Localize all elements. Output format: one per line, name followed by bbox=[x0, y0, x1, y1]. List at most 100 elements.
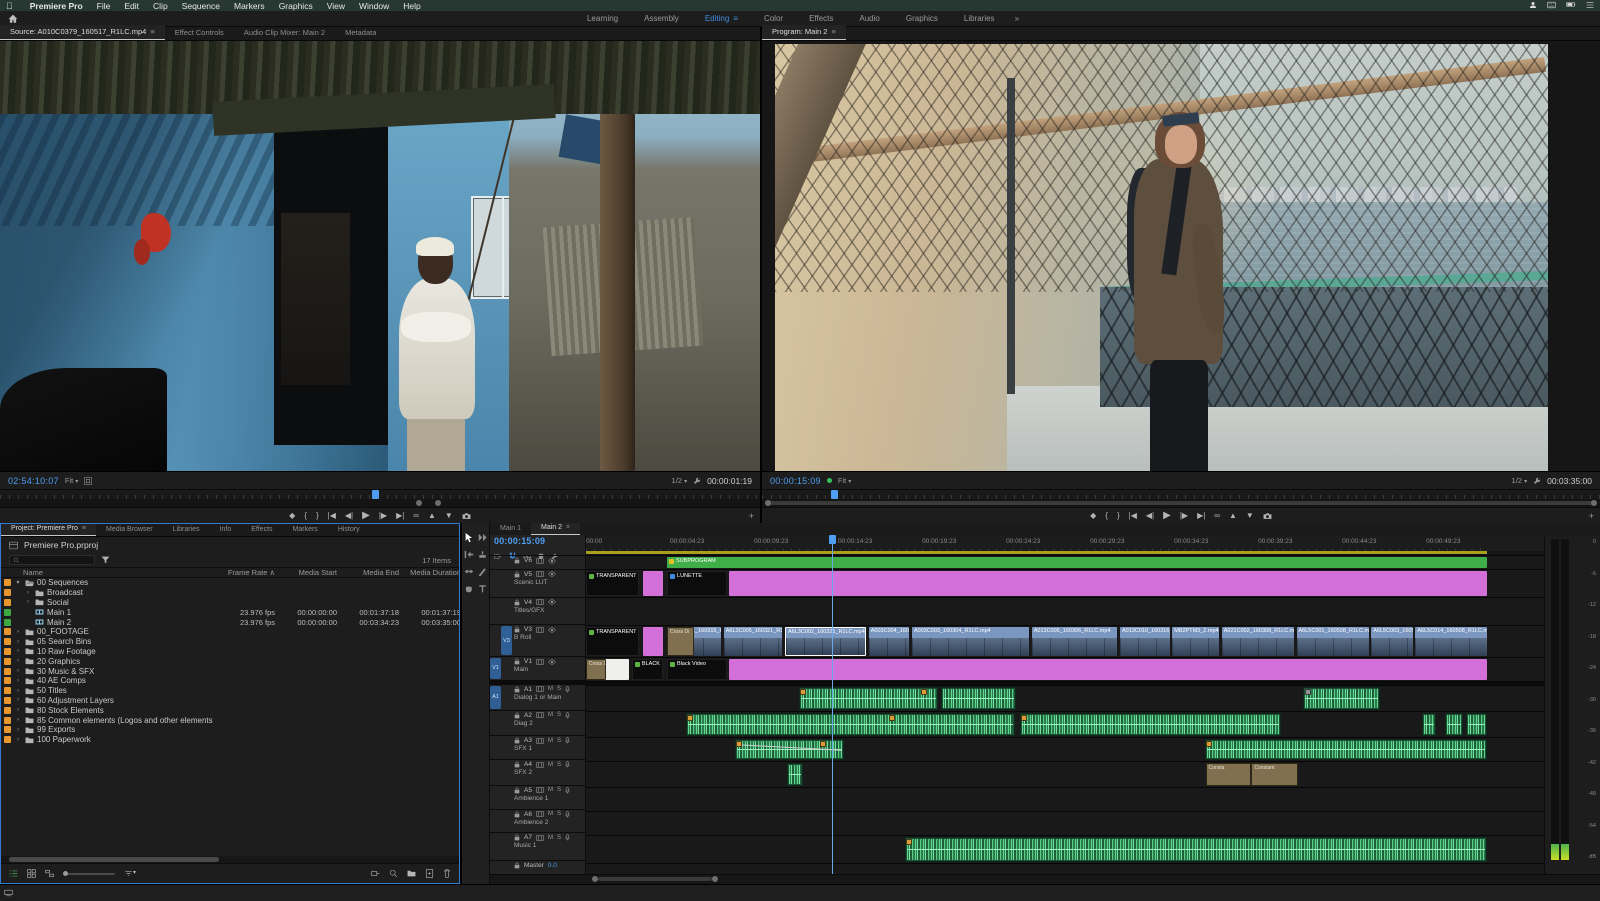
track-name[interactable]: Music 1 bbox=[514, 842, 583, 849]
menu-item-clip[interactable]: Clip bbox=[146, 1, 175, 11]
hand-tool[interactable] bbox=[462, 580, 476, 597]
lock-icon[interactable] bbox=[514, 626, 520, 633]
menu-item-file[interactable]: File bbox=[90, 1, 118, 11]
loop-icon[interactable]: ∞ bbox=[1214, 512, 1220, 520]
clip-subprogram[interactable]: SUBPROGRAM bbox=[667, 557, 1486, 568]
track-header-v4[interactable]: V4Titles/GFX bbox=[490, 597, 585, 625]
clip-a013c010-160316-r1lc-mp4[interactable]: A013C010_160316_R1LC.mp4 bbox=[1120, 627, 1170, 656]
search-input[interactable] bbox=[9, 555, 95, 565]
track-name[interactable]: Diag 2 bbox=[514, 720, 583, 727]
sequence-tab-main-1[interactable]: Main 1 bbox=[490, 523, 531, 535]
button-editor-plus-icon[interactable]: + bbox=[1589, 511, 1594, 521]
step-back-icon[interactable]: ◀| bbox=[1146, 512, 1154, 520]
new-bin-icon[interactable] bbox=[407, 869, 416, 878]
table-row[interactable]: ›60 Adjustment Layers bbox=[1, 696, 459, 706]
row-twirl[interactable]: › bbox=[14, 727, 22, 733]
export-frame-icon[interactable] bbox=[1263, 512, 1272, 520]
clip-constant[interactable]: Constant bbox=[1251, 763, 1298, 786]
automate-sequence-icon[interactable] bbox=[371, 869, 380, 878]
track-target-a5[interactable] bbox=[501, 786, 512, 809]
step-forward-icon[interactable]: |▶ bbox=[379, 512, 387, 520]
row-twirl[interactable]: › bbox=[14, 639, 22, 645]
voiceover-mic-icon[interactable] bbox=[565, 811, 570, 818]
track-header-v1[interactable]: V1V1Main bbox=[490, 656, 585, 680]
track-visibility-eye-icon[interactable] bbox=[548, 659, 556, 665]
clip-a003c003-160304-r1lc-mp4[interactable]: A003C003_160304_R1LC.mp4 bbox=[912, 627, 1029, 656]
track-name[interactable]: SFX 1 bbox=[514, 745, 583, 752]
delete-icon[interactable] bbox=[443, 869, 451, 878]
track-lane-a1[interactable] bbox=[586, 685, 1544, 711]
panel-menu-icon[interactable]: ≡ bbox=[82, 525, 86, 532]
tab-markers[interactable]: Markers bbox=[283, 524, 328, 536]
track-header-v5[interactable]: V5Scenic LUT bbox=[490, 569, 585, 597]
lock-icon[interactable] bbox=[514, 787, 520, 794]
lock-icon[interactable] bbox=[514, 862, 520, 869]
clip-cross-di[interactable]: Cross Di bbox=[586, 659, 606, 680]
source-patch-a1[interactable]: A1 bbox=[490, 686, 501, 709]
clip-a6l5c003-160508-r1lc-mp4[interactable]: A6L5C003_160508_R1LC.mp4 bbox=[1371, 627, 1412, 656]
clip[interactable] bbox=[643, 571, 664, 596]
timeline-playhead[interactable] bbox=[832, 535, 833, 874]
extract-icon[interactable]: ▼ bbox=[1246, 512, 1254, 520]
table-row[interactable]: ›85 Common elements (Logos and other ele… bbox=[1, 715, 459, 725]
step-forward-icon[interactable]: |▶ bbox=[1180, 512, 1188, 520]
sync-lock-icon[interactable] bbox=[536, 599, 544, 605]
zoom-slider[interactable] bbox=[63, 873, 115, 875]
lock-icon[interactable] bbox=[514, 834, 520, 841]
row-twirl[interactable]: › bbox=[14, 707, 22, 713]
clip-consta[interactable]: Consta bbox=[1206, 763, 1251, 786]
table-row[interactable]: Main 123.976 fps00:00:00:0000:01:37:1800… bbox=[1, 607, 459, 617]
clip[interactable] bbox=[905, 837, 1487, 862]
lock-icon[interactable] bbox=[514, 712, 520, 719]
workspace-tab-effects[interactable]: Effects bbox=[797, 12, 845, 25]
new-item-icon[interactable] bbox=[425, 869, 434, 878]
source-patch-a4[interactable] bbox=[490, 760, 501, 785]
lock-icon[interactable] bbox=[514, 658, 520, 665]
clip[interactable] bbox=[686, 713, 1015, 736]
track-lane-a5[interactable] bbox=[586, 787, 1544, 811]
source-resolution-select[interactable]: 1/2 ▾ bbox=[672, 476, 688, 485]
timeline-zoom-scrollbar[interactable] bbox=[490, 874, 1600, 884]
tab-libraries[interactable]: Libraries bbox=[163, 524, 210, 536]
timeline-timecode[interactable]: 00:00:15:09 bbox=[494, 536, 581, 546]
mark-in-icon[interactable]: { bbox=[1105, 512, 1108, 520]
track-header-a4[interactable]: A4MSSFX 2 bbox=[490, 759, 585, 785]
lock-icon[interactable] bbox=[514, 571, 520, 578]
table-row[interactable]: ›99 Exports bbox=[1, 725, 459, 735]
menu-item-edit[interactable]: Edit bbox=[117, 1, 146, 11]
apple-menu-icon[interactable]:  bbox=[6, 1, 13, 11]
row-twirl[interactable]: › bbox=[14, 688, 22, 694]
track-target-v6[interactable] bbox=[501, 556, 512, 569]
find-icon[interactable] bbox=[389, 869, 398, 878]
clip-a6l5c001-160508-r1lc-mp4[interactable]: A6L5C001_160508_R1LC.mp4 bbox=[1297, 627, 1369, 656]
tab-info[interactable]: Info bbox=[210, 524, 242, 536]
sequence-tab-main-2[interactable]: Main 2× bbox=[531, 522, 580, 535]
track-header-a5[interactable]: A5MSAmbience 1 bbox=[490, 785, 585, 809]
freeform-view-icon[interactable] bbox=[45, 869, 54, 878]
track-lane-a3[interactable] bbox=[586, 737, 1544, 761]
menu-item-markers[interactable]: Markers bbox=[227, 1, 272, 11]
row-twirl[interactable]: › bbox=[14, 678, 22, 684]
track-lane-v4[interactable] bbox=[586, 597, 1544, 625]
step-back-icon[interactable]: ◀| bbox=[345, 512, 353, 520]
track-lane-v1[interactable]: Cross DiBLACKBlack Video bbox=[586, 657, 1544, 681]
label-color-swatch[interactable] bbox=[4, 589, 11, 596]
label-color-swatch[interactable] bbox=[4, 619, 11, 626]
clip-a021c002-160308-r1lc-mp4[interactable]: A021C002_160308_R1LC.mp4 bbox=[1222, 627, 1294, 656]
mute-button[interactable]: M bbox=[548, 787, 553, 793]
tab-effects[interactable]: Effects bbox=[241, 524, 282, 536]
mark-in-icon[interactable]: { bbox=[304, 512, 307, 520]
source-patch-a3[interactable] bbox=[490, 736, 501, 759]
sync-lock-icon[interactable] bbox=[536, 627, 544, 633]
track-lane-a2[interactable] bbox=[586, 711, 1544, 737]
track-name[interactable]: Ambience 2 bbox=[514, 819, 583, 826]
track-name[interactable]: Scenic LUT bbox=[514, 579, 583, 586]
label-color-swatch[interactable] bbox=[4, 628, 11, 635]
workspace-tab-editing[interactable]: Editing≡ bbox=[693, 12, 750, 25]
track-name[interactable]: B Roll bbox=[514, 634, 583, 641]
solo-button[interactable]: S bbox=[557, 686, 561, 692]
clip[interactable] bbox=[1445, 713, 1463, 736]
clip-a6l3c002-160321-r1lc-mp4-200-[interactable]: A6L3C002_160321_R1LC.mp4 [200%] bbox=[785, 627, 866, 656]
extract-icon[interactable]: ▼ bbox=[445, 512, 453, 520]
table-row[interactable]: ›Social bbox=[1, 598, 459, 608]
